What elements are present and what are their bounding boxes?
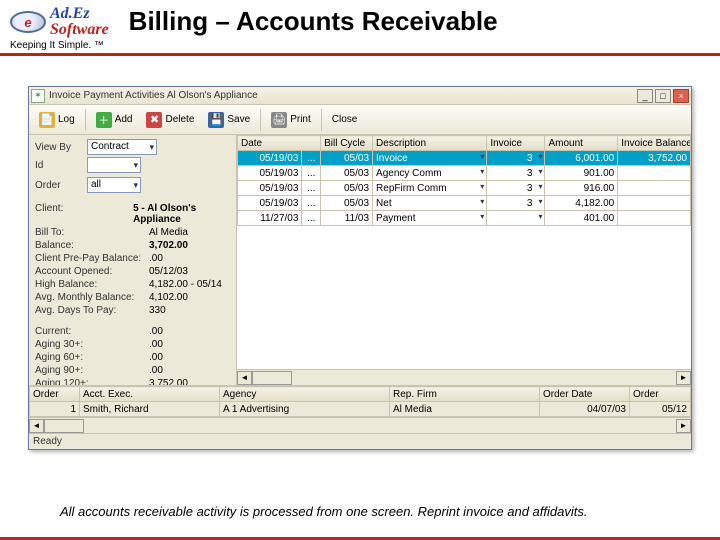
logo-block: e Ad.Ez Software Keeping It Simple. ™ — [10, 6, 109, 51]
close-app-button[interactable]: Close — [326, 108, 364, 132]
client-v: 5 - Al Olson's Appliance — [133, 203, 230, 225]
status-bar: Ready — [29, 433, 691, 449]
oscroll-right-icon[interactable]: ► — [676, 419, 691, 433]
window-title: Invoice Payment Activities Al Olson's Ap… — [49, 90, 637, 101]
current-k: Current: — [35, 326, 145, 337]
print-label: Print — [290, 114, 311, 125]
save-label: Save — [227, 114, 250, 125]
a120-k: Aging 120+: — [35, 378, 145, 385]
avgbal-v: 4,102.00 — [149, 292, 188, 303]
add-button[interactable]: ＋Add — [90, 108, 139, 132]
logo-text-1: Ad.Ez — [50, 5, 90, 22]
log-button[interactable]: 📄Log — [33, 108, 81, 132]
ocol-repfirm[interactable]: Rep. Firm — [390, 387, 540, 402]
opened-v: 05/12/03 — [149, 266, 188, 277]
table-row[interactable]: 05/19/03...05/03Net34,182.00 — [238, 196, 691, 211]
view-by-label: View By — [35, 142, 83, 153]
table-row[interactable]: 05/19/03...05/03Invoice36,001.003,752.00 — [238, 151, 691, 166]
scroll-thumb[interactable] — [252, 371, 292, 385]
high-k: High Balance: — [35, 279, 145, 290]
minimize-button[interactable]: _ — [637, 89, 653, 103]
logo-mark: e — [10, 11, 46, 33]
ocol-order[interactable]: Order — [30, 387, 80, 402]
logo-text-2: Software — [50, 21, 109, 38]
grid-header-row: Date Bill Cycle Description Invoice Amou… — [238, 136, 691, 151]
logo: e Ad.Ez Software — [10, 6, 109, 38]
tagline: Keeping It Simple. ™ — [10, 40, 104, 51]
col-billcycle[interactable]: Bill Cycle — [321, 136, 373, 151]
oscroll-left-icon[interactable]: ◄ — [29, 419, 44, 433]
left-pane: View By Contract Id Order all Client:5 -… — [29, 135, 237, 385]
ocol-ae[interactable]: Acct. Exec. — [80, 387, 220, 402]
billto-v: Al Media — [149, 227, 188, 238]
col-invbal[interactable]: Invoice Balance — [618, 136, 691, 151]
order-combo[interactable]: all — [87, 177, 141, 193]
slide-caption: All accounts receivable activity is proc… — [60, 504, 680, 519]
col-desc[interactable]: Description — [373, 136, 487, 151]
close-button[interactable]: × — [673, 89, 689, 103]
invoice-grid[interactable]: Date Bill Cycle Description Invoice Amou… — [237, 135, 691, 385]
id-label: Id — [35, 160, 83, 171]
app-icon: ✶ — [31, 89, 45, 103]
high-v: 4,182.00 - 05/14 — [149, 279, 222, 290]
billto-k: Bill To: — [35, 227, 145, 238]
save-button[interactable]: 💾Save — [202, 108, 256, 132]
avgdays-k: Avg. Days To Pay: — [35, 305, 145, 316]
slide-header: e Ad.Ez Software Keeping It Simple. ™ Bi… — [0, 0, 720, 56]
delete-label: Delete — [165, 114, 194, 125]
view-by-combo[interactable]: Contract — [87, 139, 157, 155]
delete-button[interactable]: ✖Delete — [140, 108, 200, 132]
order-label: Order — [35, 180, 83, 191]
a90-k: Aging 90+: — [35, 365, 145, 376]
prepay-v: .00 — [149, 253, 163, 264]
client-k: Client: — [35, 203, 129, 225]
grid-hscroll[interactable]: ◄ ► — [237, 369, 691, 385]
a90-v: .00 — [149, 365, 163, 376]
prepay-k: Client Pre-Pay Balance: — [35, 253, 145, 264]
table-row[interactable]: 11/27/03...11/03Payment401.00 — [238, 211, 691, 226]
log-label: Log — [58, 114, 75, 125]
oscroll-thumb[interactable] — [44, 419, 84, 433]
current-v: .00 — [149, 326, 163, 337]
col-invoice[interactable]: Invoice — [487, 136, 545, 151]
balance-k: Balance: — [35, 240, 145, 251]
orders-hscroll[interactable]: ◄ ► — [29, 417, 691, 433]
col-amount[interactable]: Amount — [545, 136, 618, 151]
a30-k: Aging 30+: — [35, 339, 145, 350]
opened-k: Account Opened: — [35, 266, 145, 277]
id-combo[interactable] — [87, 157, 141, 173]
scroll-right-icon[interactable]: ► — [676, 371, 691, 385]
a120-v: 3,752.00 — [149, 378, 188, 385]
add-label: Add — [115, 114, 133, 125]
titlebar[interactable]: ✶ Invoice Payment Activities Al Olson's … — [29, 87, 691, 105]
close-label: Close — [332, 114, 358, 125]
orders-grid[interactable]: Order Acct. Exec. Agency Rep. Firm Order… — [29, 385, 691, 433]
print-button[interactable]: 🖨Print — [265, 108, 317, 132]
a30-v: .00 — [149, 339, 163, 350]
col-date[interactable]: Date — [238, 136, 321, 151]
ocol-odate[interactable]: Order Date — [540, 387, 630, 402]
scroll-left-icon[interactable]: ◄ — [237, 371, 252, 385]
toolbar: 📄Log ＋Add ✖Delete 💾Save 🖨Print Close — [29, 105, 691, 135]
ocol-agency[interactable]: Agency — [220, 387, 390, 402]
a60-k: Aging 60+: — [35, 352, 145, 363]
table-row[interactable]: 1Smith, RichardA 1 AdvertisingAl Media04… — [30, 402, 691, 417]
avgbal-k: Avg. Monthly Balance: — [35, 292, 145, 303]
a60-v: .00 — [149, 352, 163, 363]
maximize-button[interactable]: □ — [655, 89, 671, 103]
app-window: ✶ Invoice Payment Activities Al Olson's … — [28, 86, 692, 450]
slide-title: Billing – Accounts Receivable — [109, 6, 710, 37]
table-row[interactable]: 05/19/03...05/03Agency Comm3901.00 — [238, 166, 691, 181]
table-row[interactable]: 05/19/03...05/03RepFirm Comm3916.00 — [238, 181, 691, 196]
ocol-oend[interactable]: Order — [630, 387, 691, 402]
balance-v: 3,702.00 — [149, 240, 188, 251]
avgdays-v: 330 — [149, 305, 166, 316]
